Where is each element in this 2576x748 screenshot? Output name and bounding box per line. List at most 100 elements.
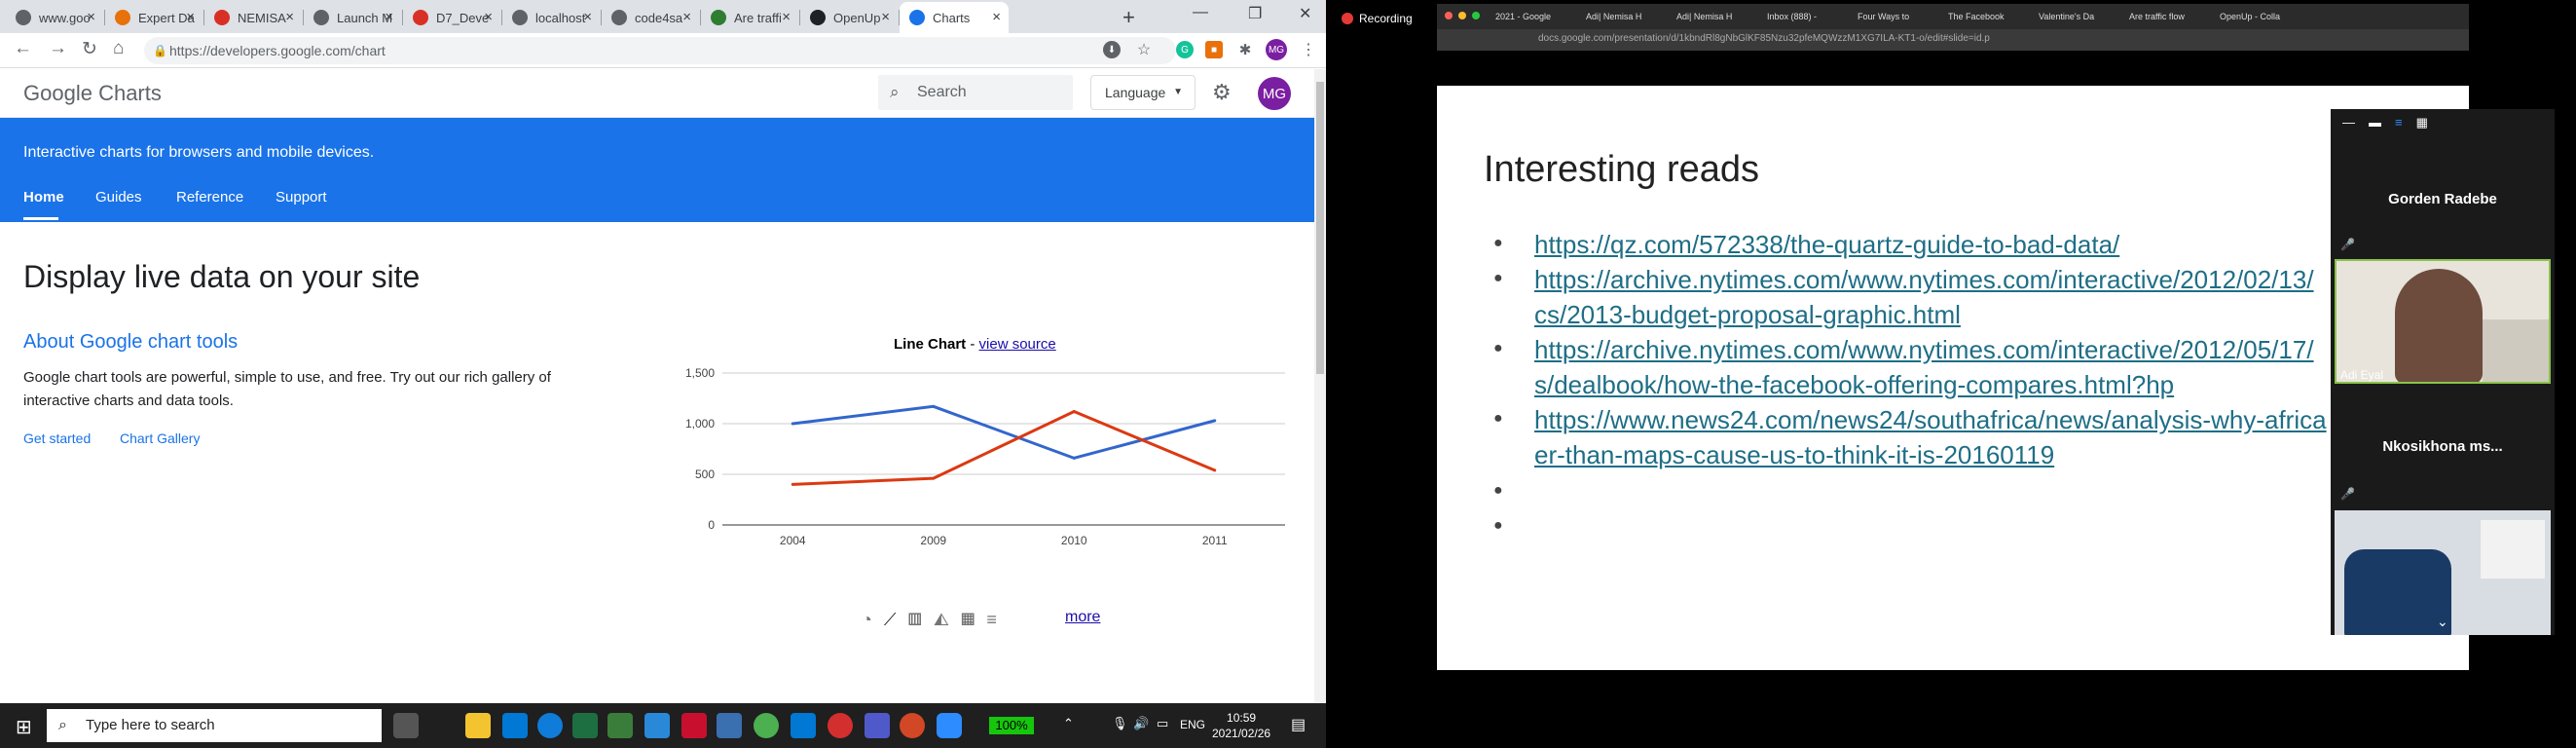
get-started-link[interactable]: Get started [23,430,91,446]
tab-7[interactable]: code4sa × [602,2,699,33]
bookmark-star-icon[interactable]: ☆ [1135,41,1153,58]
new-tab-button[interactable]: + [1122,5,1135,30]
pie-chart-icon[interactable]: ◔ [862,610,884,629]
grammarly-icon[interactable]: G [1176,41,1194,58]
mail-icon[interactable] [502,713,528,738]
series-line-1[interactable] [792,404,1216,460]
app-l-icon[interactable] [644,713,670,738]
file-explorer-icon[interactable] [465,713,491,738]
close-tab-icon[interactable]: × [484,9,493,25]
excel-icon[interactable] [572,713,598,738]
battery-icon[interactable]: ▭ [1157,716,1168,731]
tab-support[interactable]: Support [276,189,327,206]
data-point[interactable] [1072,456,1076,460]
slide-link[interactable]: https://archive.nytimes.com/www.nytimes.… [1534,262,2410,297]
tray-up-icon[interactable]: ⌃ [1063,716,1074,731]
data-point[interactable] [932,476,936,480]
powerpoint-icon[interactable] [900,713,925,738]
series-line-2[interactable] [792,409,1216,486]
back-icon[interactable]: ← [14,38,32,59]
data-point[interactable] [932,404,936,408]
speaker-view-icon[interactable]: ≡ [2395,115,2416,130]
taskbar-search-input[interactable]: ⌕ Type here to search [47,709,382,742]
slide-link[interactable]: s/dealbook/how-the-facebook-offering-com… [1534,367,2410,402]
volume-icon[interactable]: 🔊 [1133,716,1149,731]
language-select[interactable]: Language ▼ [1090,75,1196,110]
tab-home[interactable]: Home [23,189,64,206]
tab-9[interactable]: OpenUp × [800,2,898,33]
gear-icon[interactable]: ⚙ [1212,80,1232,105]
about-heading-link[interactable]: About Google chart tools [23,331,238,354]
maximize-icon[interactable]: ❐ [1248,4,1262,23]
vscode-icon[interactable] [791,713,816,738]
notifications-icon[interactable]: ▤ [1291,715,1306,734]
home-icon[interactable]: ⌂ [113,38,124,59]
extensions-puzzle-icon[interactable]: ✱ [1236,41,1254,58]
close-tab-icon[interactable]: × [583,9,592,25]
recording-indicator[interactable]: Recording [1342,12,1413,25]
tab-10[interactable]: Charts × [900,2,1009,33]
tab-8[interactable]: Are traffi × [701,2,798,33]
slide-link[interactable]: https://qz.com/572338/the-quartz-guide-t… [1534,227,2410,262]
close-tab-icon[interactable]: × [682,9,691,25]
teams-icon[interactable] [865,713,890,738]
slide-link[interactable]: https://www.news24.com/news24/southafric… [1534,402,2410,437]
participant-video[interactable]: Adi Eyal [2335,259,2551,384]
tab-2[interactable]: Expert Da × [105,2,202,33]
tab-1[interactable]: www.goo × [6,2,103,33]
slide-link[interactable]: https://archive.nytimes.com/www.nytimes.… [1534,332,2410,367]
view-source-link[interactable]: view source [979,336,1056,353]
minimize-icon[interactable]: — [2342,115,2369,130]
tab-4[interactable]: Launch M × [304,2,401,33]
extension-icon[interactable]: ■ [1205,41,1223,58]
forward-icon[interactable]: → [49,38,67,59]
store-icon[interactable] [607,713,633,738]
install-icon[interactable]: ⬇ [1103,41,1121,58]
site-logo[interactable]: Google Charts [23,81,162,106]
data-point[interactable] [1213,468,1217,472]
rx-icon[interactable] [828,713,853,738]
close-window-icon[interactable]: ✕ [1299,4,1311,23]
chevron-down-icon[interactable]: ⌄ [2437,614,2448,630]
chrome-icon[interactable] [754,713,779,738]
address-bar[interactable]: 🔒 https://developers.google.com/chart [144,37,1176,64]
strip-view-icon[interactable]: ▬ [2369,115,2395,130]
tab-guides[interactable]: Guides [95,189,142,206]
close-tab-icon[interactable]: × [992,9,1001,25]
area-chart-icon[interactable]: ◭ [934,610,961,629]
data-point[interactable] [1072,410,1076,414]
task-view-icon[interactable] [393,713,419,738]
close-tab-icon[interactable]: × [881,9,890,25]
chart-gallery-link[interactable]: Chart Gallery [120,430,200,446]
tab-5[interactable]: D7_Deve × [403,2,500,33]
avatar[interactable]: MG [1258,77,1291,110]
data-point[interactable] [791,482,794,486]
close-tab-icon[interactable]: × [385,9,393,25]
column-chart-icon[interactable]: ▥ [907,610,933,629]
table-chart-icon[interactable]: ▦ [961,610,986,629]
controls-icon[interactable]: ≡ [986,610,1009,629]
zoom-icon[interactable] [937,713,962,738]
close-tab-icon[interactable]: × [186,9,195,25]
slide-link[interactable]: er-than-maps-cause-us-to-think-it-is-201… [1534,437,2410,472]
close-tab-icon[interactable]: × [285,9,294,25]
scrollbar-thumb[interactable] [1316,82,1324,374]
view-toolbar[interactable]: —▬≡▦ [2342,115,2442,131]
profile-avatar[interactable]: MG [1266,39,1287,60]
close-tab-icon[interactable]: × [782,9,791,25]
line-chart-icon[interactable]: ⟋ [884,610,908,629]
clock[interactable]: 10:59 2021/02/26 [1212,710,1270,741]
photos-icon[interactable] [717,713,742,738]
tab-6[interactable]: localhost × [502,2,600,33]
edge-icon[interactable] [537,713,563,738]
gallery-view-icon[interactable]: ▦ [2416,115,2442,130]
tab-3[interactable]: NEMISA × [204,2,302,33]
data-point[interactable] [1213,419,1217,423]
chart-type-icons[interactable]: ◔⟋▥◭▦≡ [862,610,1009,630]
microphone-icon[interactable]: 🎙 [1112,716,1128,731]
site-search-input[interactable]: ⌕ Search [878,75,1073,110]
data-point[interactable] [791,422,794,426]
more-charts-link[interactable]: more [1065,609,1100,626]
reload-icon[interactable]: ↻ [82,38,97,60]
language-indicator[interactable]: ENG [1180,718,1205,731]
